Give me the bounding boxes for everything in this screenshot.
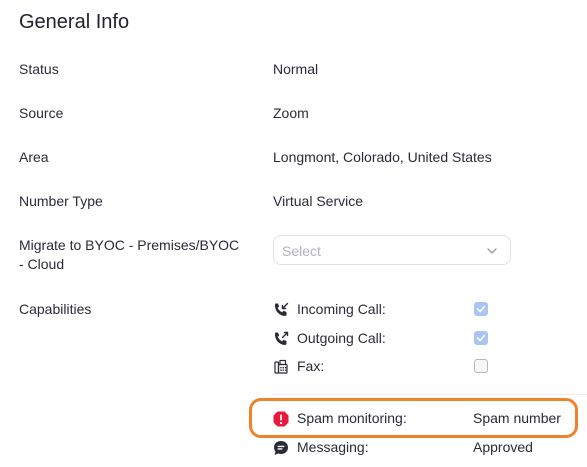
chevron-down-icon (487, 248, 497, 254)
outgoing-call-checkbox[interactable] (474, 331, 488, 345)
alert-octagon-icon (273, 411, 289, 427)
outgoing-call-icon (275, 331, 289, 345)
source-label: Source (19, 105, 64, 121)
check-icon (476, 334, 486, 342)
status-value: Normal (273, 61, 319, 77)
messaging-value: Approved (473, 439, 533, 455)
check-icon (476, 305, 486, 313)
area-label: Area (19, 149, 49, 165)
incoming-call-checkbox[interactable] (474, 302, 488, 316)
number-type-label: Number Type (19, 193, 103, 209)
capabilities-label: Capabilities (19, 301, 92, 317)
fax-label: Fax: (297, 358, 325, 374)
message-icon (274, 441, 288, 455)
migrate-label: Migrate to BYOC - Premises/BYOC - Cloud (19, 236, 239, 274)
area-value: Longmont, Colorado, United States (273, 149, 492, 165)
number-type-value: Virtual Service (273, 193, 364, 209)
messaging-label: Messaging: (297, 439, 369, 455)
capability-incoming-call: Incoming Call: (272, 300, 512, 322)
capability-fax: Fax: (272, 357, 512, 379)
fax-checkbox[interactable] (474, 359, 488, 373)
migrate-label-line1: Migrate to BYOC - Premises/BYOC (19, 237, 240, 253)
capability-outgoing-call: Outgoing Call: (272, 329, 512, 351)
page-title: General Info (19, 11, 130, 33)
migrate-select[interactable]: Select (273, 235, 511, 265)
capability-spam-monitoring: Spam monitoring: Spam number (272, 409, 582, 431)
migrate-select-placeholder: Select (282, 243, 321, 259)
spam-monitoring-value: Spam number (473, 410, 561, 426)
capability-messaging: Messaging: Approved (272, 438, 582, 460)
fax-icon (274, 359, 288, 374)
source-value: Zoom (273, 105, 309, 121)
status-label: Status (19, 61, 59, 77)
outgoing-call-label: Outgoing Call: (297, 330, 386, 346)
incoming-call-icon (275, 302, 289, 316)
incoming-call-label: Incoming Call: (297, 301, 386, 317)
divider (272, 394, 587, 395)
migrate-label-line2: - Cloud (19, 256, 65, 272)
spam-monitoring-label: Spam monitoring: (297, 410, 407, 426)
